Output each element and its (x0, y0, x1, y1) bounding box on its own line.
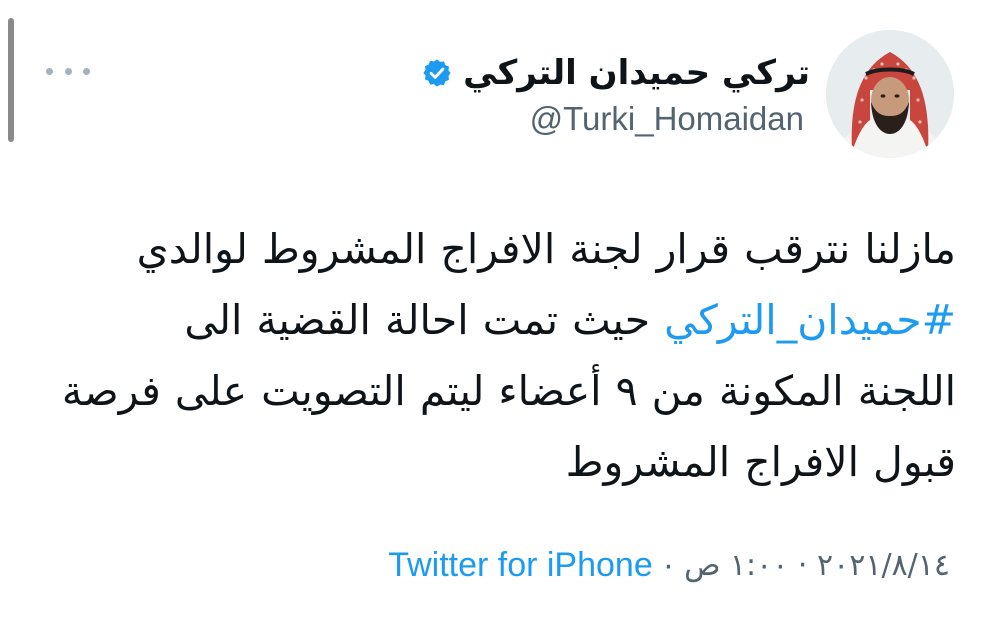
more-dot (83, 67, 90, 75)
tweet-line: اللجنة المكونة من ٩ أعضاء ليتم التصويت ع… (61, 367, 956, 415)
tweet-timestamp[interactable]: ٢٠٢١/٨/١٤ · ١:٠٠ ص (684, 548, 950, 583)
tweet-time: ١:٠٠ ص (684, 547, 789, 583)
more-dot (64, 67, 72, 75)
source-link[interactable]: Twitter for iPhone (388, 546, 653, 585)
avatar[interactable] (826, 30, 954, 158)
more-horizontal-icon (46, 67, 53, 75)
tweet-body: مازلنا نترقب قرار لجنة الافراج المشروط ل… (36, 214, 956, 498)
meta-separator: · (797, 547, 808, 583)
left-edge-bar (8, 18, 14, 142)
tweet-line: #حميدان_التركي حيث تمت احالة القضية الى (36, 285, 956, 356)
profile-photo-icon (826, 30, 954, 158)
tweet-line-text: حيث تمت احالة القضية الى (184, 296, 665, 344)
tweet-meta: Twitter for iPhone · ٢٠٢١/٨/١٤ · ١:٠٠ ص (388, 540, 950, 590)
author-handle[interactable]: @Turki_Homaidan (530, 98, 804, 140)
hashtag-link[interactable]: #حميدان_التركي (664, 296, 956, 344)
meta-separator: · (662, 545, 675, 584)
tweet-line: مازلنا نترقب قرار لجنة الافراج المشروط ل… (136, 225, 956, 273)
tweet-date: ٢٠٢١/٨/١٤ (816, 547, 950, 583)
verified-badge-icon (421, 57, 453, 89)
author-name-row[interactable]: تركي حميدان التركي (421, 50, 810, 96)
tweet-line: قبول الافراج المشروط (565, 438, 956, 486)
more-options-button[interactable] (46, 60, 90, 82)
author-display-name: تركي حميدان التركي (463, 53, 810, 93)
